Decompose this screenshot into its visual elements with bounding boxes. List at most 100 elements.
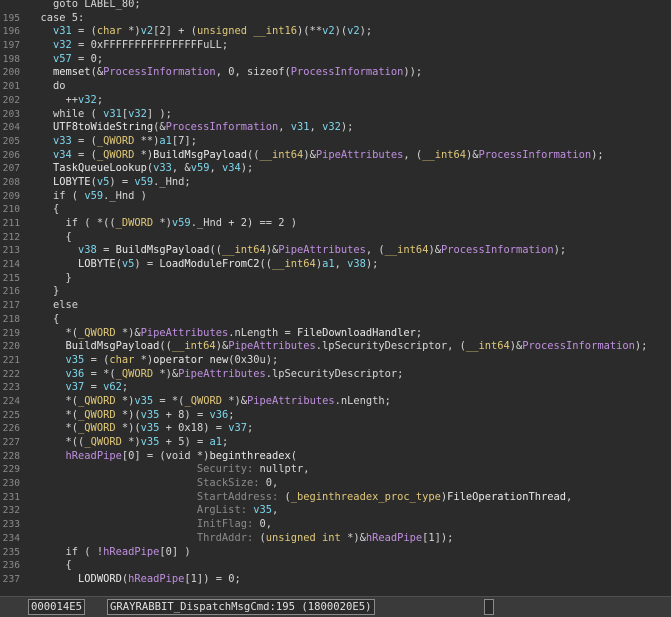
code-line[interactable]: 237 LODWORD(hReadPipe[1]) = 0; [0, 573, 671, 587]
code-line[interactable]: 205 v33 = (_QWORD **)a1[7]; [0, 135, 671, 149]
address-field[interactable]: 000014E5 [28, 599, 86, 615]
code-line[interactable]: 203 while ( v31[v32] ); [0, 108, 671, 122]
code-line[interactable]: 224 *(_QWORD *)v35 = *(_QWORD *)&PipeAtt… [0, 395, 671, 409]
code-line[interactable]: 208 LOBYTE(v5) = v59._Hnd; [0, 176, 671, 190]
code-text[interactable]: ArgList: v35, [28, 504, 278, 518]
code-text[interactable]: else [28, 299, 78, 313]
code-token: *( [28, 394, 79, 407]
line-number: 207 [2, 163, 20, 175]
code-text[interactable]: } [28, 272, 72, 286]
code-text[interactable]: *(_QWORD *)(v35 + 8) = v36; [28, 409, 235, 423]
code-text[interactable]: *((_QWORD *)v35 + 5) = a1; [28, 436, 229, 450]
code-text[interactable]: { [28, 313, 59, 327]
code-text[interactable]: hReadPipe[0] = (void *)beginthreadex( [28, 450, 298, 464]
code-text[interactable]: BuildMsgPayload((__int64)&PipeAttributes… [28, 340, 648, 354]
code-line[interactable]: 198 v57 = 0; [0, 53, 671, 67]
code-text[interactable]: LODWORD(hReadPipe[1]) = 0; [28, 573, 241, 587]
code-text[interactable]: v33 = (_QWORD **)a1[7]; [28, 135, 197, 149]
code-line[interactable]: 202 ++v32; [0, 94, 671, 108]
code-text[interactable]: UTF8toWideString(&ProcessInformation, v3… [28, 121, 353, 135]
code-line[interactable]: 219 *(_QWORD *)&PipeAttributes.nLength =… [0, 327, 671, 341]
code-line[interactable]: 201 do [0, 80, 671, 94]
code-line[interactable]: 217 else [0, 299, 671, 313]
code-token: v2 [322, 25, 335, 38]
code-text[interactable]: TaskQueueLookup(v33, &v59, v34); [28, 162, 253, 176]
code-line[interactable]: 218 { [0, 313, 671, 327]
code-text[interactable]: if ( !hReadPipe[0] ) [28, 546, 191, 560]
code-text[interactable]: Security: nullptr, [28, 463, 310, 477]
code-text[interactable]: *(_QWORD *)v35 = *(_QWORD *)&PipeAttribu… [28, 395, 391, 409]
code-line[interactable]: 231 StartAddress: (_beginthreadex_proc_t… [0, 491, 671, 505]
code-text[interactable]: v57 = 0; [28, 53, 103, 67]
code-token: , ( [365, 244, 385, 257]
code-text[interactable]: case 5: [28, 12, 85, 26]
code-line[interactable]: 220 BuildMsgPayload((__int64)&PipeAttrib… [0, 340, 671, 354]
code-text[interactable]: v32 = 0xFFFFFFFFFFFFFFFFuLL; [28, 39, 228, 53]
code-token: ) = [109, 175, 135, 188]
code-line[interactable]: goto LABEL_80; [0, 0, 671, 12]
code-line[interactable]: 225 *(_QWORD *)(v35 + 8) = v36; [0, 409, 671, 423]
code-line[interactable]: 232 ArgList: v35, [0, 504, 671, 518]
code-text[interactable]: if ( v59._Hnd ) [28, 190, 147, 204]
code-text[interactable]: *(_QWORD *)&PipeAttributes.nLength = Fil… [28, 327, 423, 341]
code-text[interactable]: { [28, 231, 72, 245]
code-token: ; [221, 436, 229, 448]
code-token: ._Hnd; [153, 175, 191, 188]
code-text[interactable]: v31 = (char *)v2[2] + (unsigned __int16)… [28, 25, 372, 39]
code-line[interactable]: 213 v38 = BuildMsgPayload((__int64)&Pipe… [0, 244, 671, 258]
code-line[interactable]: 206 v34 = (_QWORD *)BuildMsgPayload((__i… [0, 149, 671, 163]
code-text[interactable]: LOBYTE(v5) = v59._Hnd; [28, 176, 191, 190]
code-line[interactable]: 215 } [0, 272, 671, 286]
code-line[interactable]: 214 LOBYTE(v5) = LoadModuleFromC2((__int… [0, 258, 671, 272]
code-text[interactable]: v34 = (_QWORD *)BuildMsgPayload((__int64… [28, 149, 604, 163]
code-line[interactable]: 204 UTF8toWideString(&ProcessInformation… [0, 121, 671, 135]
code-line[interactable]: 233 InitFlag: 0, [0, 518, 671, 532]
code-text[interactable]: LOBYTE(v5) = LoadModuleFromC2((__int64)a… [28, 258, 378, 272]
code-token: v35 [140, 422, 160, 435]
code-line[interactable]: 200 memset(&ProcessInformation, 0, sizeo… [0, 66, 671, 80]
code-text[interactable]: goto LABEL_80; [28, 0, 141, 12]
code-text[interactable]: do [28, 80, 66, 94]
code-line[interactable]: 210 { [0, 203, 671, 217]
code-text[interactable]: InitFlag: 0, [28, 518, 272, 532]
code-text[interactable]: { [28, 559, 72, 573]
code-line[interactable]: 207 TaskQueueLookup(v33, &v59, v34); [0, 162, 671, 176]
code-line[interactable]: 216 } [0, 285, 671, 299]
function-location-field[interactable]: GRAYRABBIT_DispatchMsgCmd:195 (1800020E5… [107, 599, 375, 615]
code-line[interactable]: 235 if ( !hReadPipe[0] ) [0, 546, 671, 560]
code-text[interactable]: StackSize: 0, [28, 477, 278, 491]
code-text[interactable]: memset(&ProcessInformation, 0, sizeof(Pr… [28, 66, 422, 80]
code-text[interactable]: v37 = v62; [28, 381, 129, 395]
code-text[interactable]: } [28, 285, 59, 299]
code-line[interactable]: 196 v31 = (char *)v2[2] + (unsigned __in… [0, 25, 671, 39]
code-text[interactable]: if ( *((_DWORD *)v59._Hnd + 2) == 2 ) [28, 217, 298, 231]
code-text[interactable]: v36 = *(_QWORD *)&PipeAttributes.lpSecur… [28, 367, 404, 382]
code-line[interactable]: 222 v36 = *(_QWORD *)&PipeAttributes.lpS… [0, 368, 671, 382]
code-line[interactable]: 223 v37 = v62; [0, 381, 671, 395]
code-line[interactable]: 234 ThrdAddr: (unsigned int *)&hReadPipe… [0, 532, 671, 546]
code-text[interactable]: v35 = (char *)operator new(0x30u); [28, 354, 279, 368]
code-token: v36 [28, 367, 85, 380]
code-line[interactable]: 195 case 5: [0, 12, 671, 26]
code-text[interactable]: *(_QWORD *)(v35 + 0x18) = v37; [28, 422, 254, 436]
code-text[interactable]: ++v32; [28, 94, 104, 108]
code-text[interactable]: StartAddress: (_beginthreadex_proc_type)… [28, 491, 572, 505]
code-line[interactable]: 230 StackSize: 0, [0, 477, 671, 491]
code-line[interactable]: 209 if ( v59._Hnd ) [0, 190, 671, 204]
code-token: 0, [259, 518, 272, 531]
code-text[interactable]: while ( v31[v32] ); [28, 108, 172, 122]
code-line[interactable]: 236 { [0, 559, 671, 573]
code-text[interactable]: v38 = BuildMsgPayload((__int64)&PipeAttr… [28, 244, 566, 258]
code-text[interactable]: { [28, 203, 59, 217]
code-line[interactable]: 226 *(_QWORD *)(v35 + 0x18) = v37; [0, 422, 671, 436]
pseudocode-view[interactable]: goto LABEL_80; 195 case 5: 196 v31 = (char… [0, 0, 671, 594]
code-line[interactable]: 212 { [0, 231, 671, 245]
code-token: { [28, 559, 72, 572]
code-line[interactable]: 228 hReadPipe[0] = (void *)beginthreadex… [0, 450, 671, 464]
code-line[interactable]: 211 if ( *((_DWORD *)v59._Hnd + 2) == 2 … [0, 217, 671, 231]
code-line[interactable]: 197 v32 = 0xFFFFFFFFFFFFFFFFuLL; [0, 39, 671, 53]
code-line[interactable]: 229 Security: nullptr, [0, 463, 671, 477]
code-line[interactable]: 227 *((_QWORD *)v35 + 5) = a1; [0, 436, 671, 450]
code-line[interactable]: 221 v35 = (char *)operator new(0x30u); [0, 354, 671, 368]
code-text[interactable]: ThrdAddr: (unsigned int *)&hReadPipe[1])… [28, 532, 454, 546]
